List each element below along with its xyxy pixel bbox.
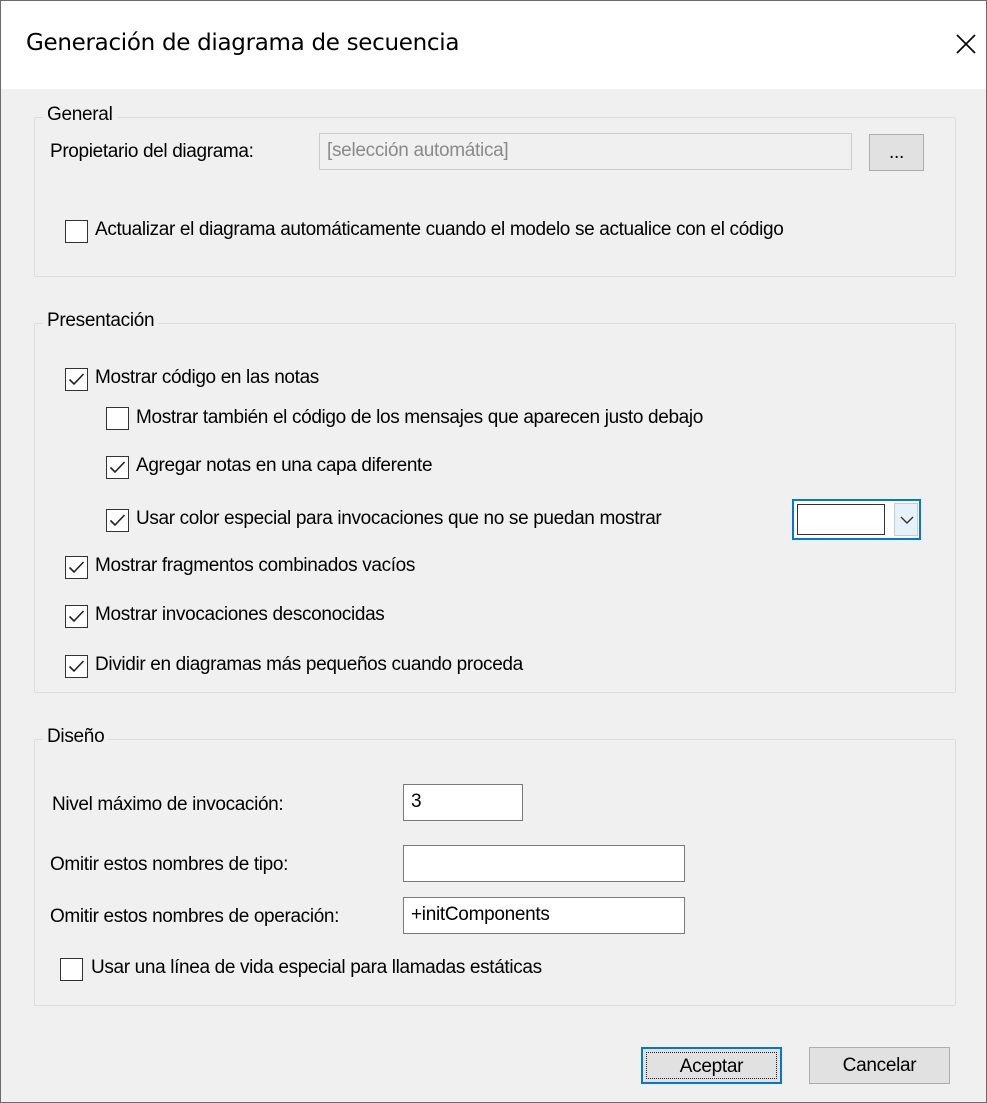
omit-types-label: Omitir estos nombres de tipo: (50, 854, 289, 875)
unknown-invocations-label: Mostrar invocaciones desconocidas (95, 604, 385, 625)
dialog-title: Generación de diagrama de secuencia (26, 30, 460, 56)
chevron-down-icon (900, 516, 914, 524)
cancel-button[interactable]: Cancelar (809, 1047, 950, 1084)
auto-update-label: Actualizar el diagrama automáticamente c… (95, 219, 784, 240)
split-diagrams-label: Dividir en diagramas más pequeños cuando… (95, 654, 523, 675)
diagram-owner-label: Propietario del diagrama: (50, 141, 254, 162)
ok-button-label: Aceptar (679, 1056, 744, 1077)
split-diagrams-checkbox[interactable] (65, 655, 88, 678)
max-level-label: Nivel máximo de invocación: (52, 794, 284, 815)
presentation-group-title: Presentación (43, 310, 159, 332)
empty-fragments-label: Mostrar fragmentos combinados vacíos (95, 555, 416, 576)
notes-separate-layer-checkbox[interactable] (106, 456, 129, 479)
checkmark-icon (68, 561, 85, 574)
layout-group-title: Diseño (43, 726, 109, 748)
ok-button[interactable]: Aceptar (641, 1047, 782, 1084)
special-color-picker[interactable] (792, 499, 921, 540)
show-code-in-notes-label: Mostrar código en las notas (95, 367, 319, 388)
auto-update-checkbox[interactable] (65, 220, 88, 243)
browse-owner-button[interactable]: ... (869, 134, 924, 171)
special-color-label: Usar color especial para invocaciones qu… (136, 508, 662, 529)
color-dropdown-button[interactable] (894, 503, 918, 536)
special-color-checkbox[interactable] (106, 509, 129, 532)
checkmark-icon (68, 610, 85, 623)
omit-types-input[interactable] (403, 845, 685, 882)
static-lifeline-checkbox[interactable] (60, 958, 83, 981)
checkmark-icon (109, 514, 126, 527)
close-button[interactable] (943, 21, 986, 67)
show-code-below-checkbox[interactable] (106, 407, 129, 430)
checkmark-icon (109, 461, 126, 474)
close-icon (956, 34, 976, 54)
sequence-diagram-dialog: Generación de diagrama de secuencia Gene… (0, 0, 987, 1103)
general-group-title: General (43, 104, 117, 126)
empty-fragments-checkbox[interactable] (65, 556, 88, 579)
max-level-input[interactable]: 3 (403, 784, 523, 821)
checkmark-icon (68, 660, 85, 673)
unknown-invocations-checkbox[interactable] (65, 605, 88, 628)
checkmark-icon (68, 373, 85, 386)
omit-ops-input[interactable]: +initComponents (403, 897, 685, 934)
show-code-in-notes-checkbox[interactable] (65, 368, 88, 391)
color-swatch (797, 504, 885, 535)
static-lifeline-label: Usar una línea de vida especial para lla… (91, 957, 542, 978)
notes-separate-layer-label: Agregar notas en una capa diferente (136, 455, 433, 476)
show-code-below-label: Mostrar también el código de los mensaje… (136, 407, 703, 428)
diagram-owner-field[interactable]: [selección automática] (319, 133, 852, 170)
omit-ops-label: Omitir estos nombres de operación: (50, 906, 340, 927)
title-bar: Generación de diagrama de secuencia (1, 1, 986, 89)
